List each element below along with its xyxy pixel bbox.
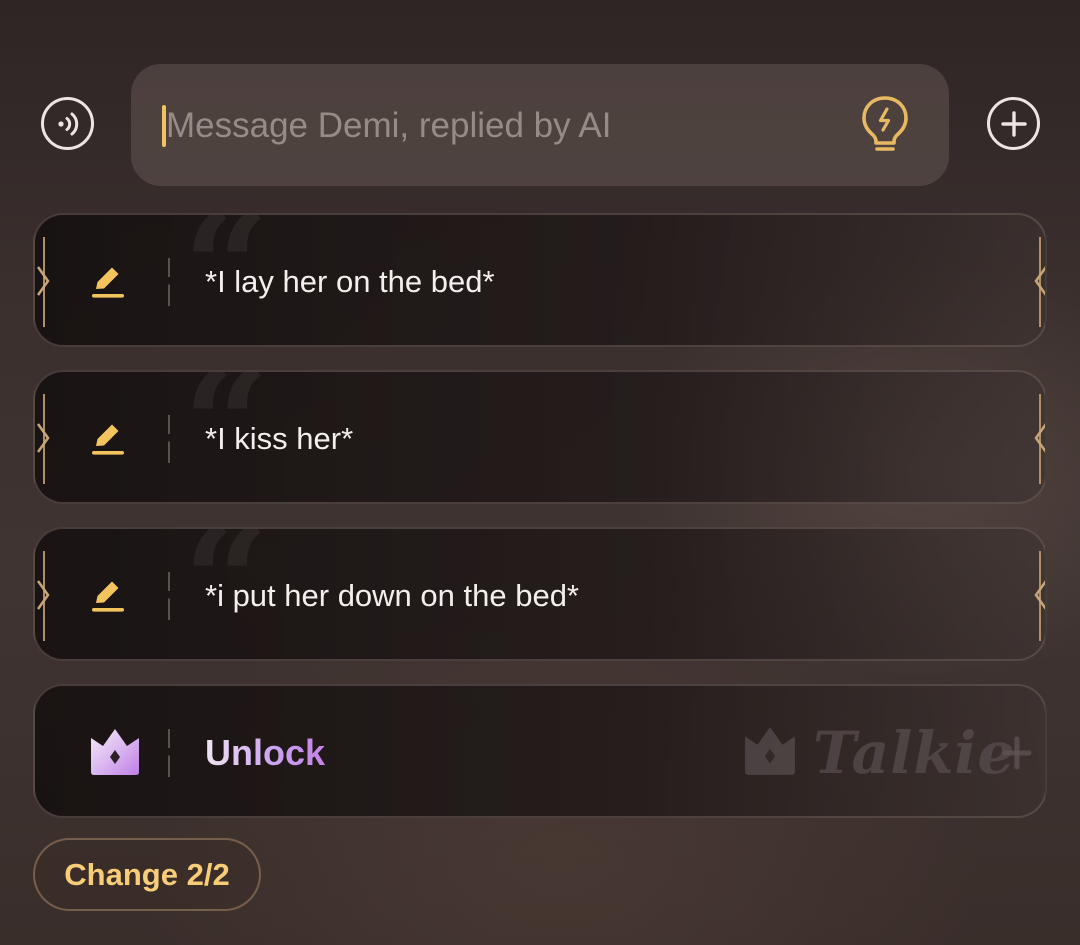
suggestion-text: *i put her down on the bed* bbox=[205, 578, 579, 613]
divider bbox=[168, 572, 170, 620]
brand-watermark: Talkie bbox=[813, 719, 1016, 787]
crown-icon bbox=[91, 729, 139, 775]
divider bbox=[168, 258, 170, 306]
lightbulb-icon[interactable] bbox=[858, 94, 912, 156]
suggestion-text: *I lay her on the bed* bbox=[205, 264, 495, 299]
divider bbox=[168, 729, 170, 777]
pencil-icon[interactable] bbox=[89, 420, 127, 458]
brand-crown-icon bbox=[745, 727, 795, 775]
plus-icon bbox=[1000, 110, 1027, 137]
suggestion-text: *I kiss her* bbox=[205, 421, 354, 456]
suggestion-card[interactable]: “ *I kiss her* bbox=[33, 370, 1047, 504]
change-suggestions-button[interactable]: Change 2/2 bbox=[33, 838, 261, 911]
voice-button[interactable] bbox=[41, 97, 94, 150]
pencil-icon[interactable] bbox=[89, 577, 127, 615]
add-button[interactable] bbox=[987, 97, 1040, 150]
pencil-icon[interactable] bbox=[89, 263, 127, 301]
suggestion-card[interactable]: “ *I lay her on the bed* bbox=[33, 213, 1047, 347]
message-input[interactable] bbox=[166, 98, 826, 154]
voice-wave-icon bbox=[57, 112, 78, 135]
unlock-card[interactable]: Unlock Talkie bbox=[33, 684, 1047, 818]
brand-plus-icon bbox=[1002, 736, 1032, 770]
divider bbox=[168, 415, 170, 463]
suggestion-card[interactable]: “ *i put her down on the bed* bbox=[33, 527, 1047, 661]
unlock-label: Unlock bbox=[205, 686, 325, 816]
